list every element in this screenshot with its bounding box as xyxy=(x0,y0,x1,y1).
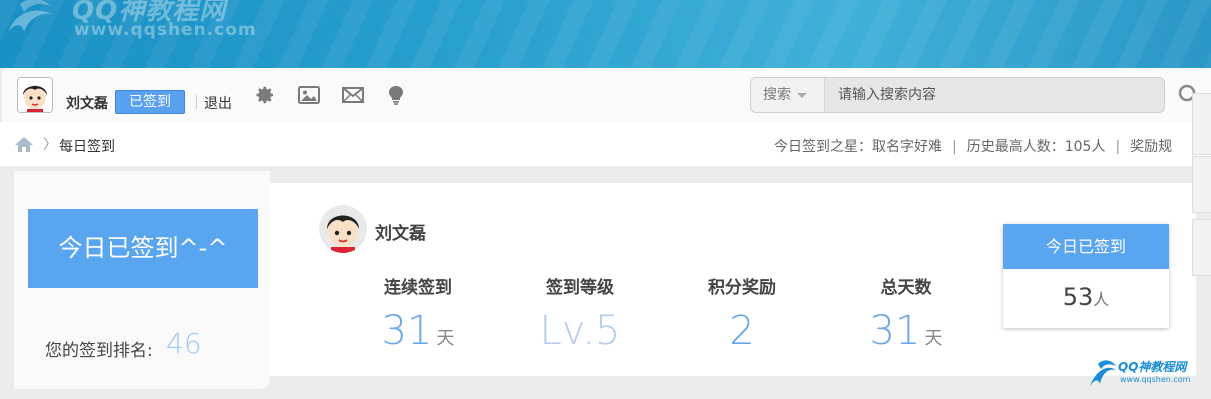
site-logo-icon xyxy=(1090,360,1116,386)
stat-value: 31 xyxy=(869,308,921,354)
stats-divider: | xyxy=(1115,139,1121,155)
rank-value: 46 xyxy=(166,327,202,360)
toolbar-divider xyxy=(196,95,197,109)
record-label: 历史最高人数： xyxy=(966,139,1065,155)
rank-label: 您的签到排名: xyxy=(45,341,153,361)
footer-logo: QQ神教程网 www.qqshen.com xyxy=(1088,356,1200,392)
side-tab[interactable] xyxy=(1192,156,1211,213)
stat-label: 连续签到 xyxy=(384,278,452,298)
site-banner: QQ神教程网 www.qqshen.com xyxy=(0,0,1211,68)
home-icon[interactable] xyxy=(14,136,34,152)
stat-consecutive-days: 连续签到 31 天 xyxy=(338,273,498,354)
signin-summary-card: 刘文磊 连续签到 31 天 签到等级 Lv.5 积分奖励 2 总天数 31 天 今日… xyxy=(269,183,1196,376)
user-avatar[interactable] xyxy=(17,77,53,113)
gear-icon[interactable] xyxy=(254,85,276,105)
search-type-label: 搜索 xyxy=(763,87,791,103)
avatar-face-icon xyxy=(319,205,367,253)
stat-value: 2 xyxy=(729,308,755,354)
checked-in-button[interactable]: 今日已签到^-^ xyxy=(28,209,258,288)
search-input[interactable] xyxy=(826,78,1156,112)
stat-value: 31 xyxy=(381,308,433,354)
reward-rules-link[interactable]: 奖励规 xyxy=(1130,139,1172,155)
avatar-face-icon xyxy=(18,78,52,112)
stat-level: 签到等级 Lv.5 xyxy=(500,273,660,354)
breadcrumb-separator: 〉 xyxy=(43,137,57,153)
star-name: 取名字好难 xyxy=(872,139,942,155)
top-toolbar: 刘文磊 已签到 退出 搜索 xyxy=(2,68,1211,123)
stat-value: Lv.5 xyxy=(539,308,621,354)
site-watermark-url: www.qqshen.com xyxy=(74,20,257,40)
stat-points: 积分奖励 2 xyxy=(662,273,822,354)
footer-logo-url: www.qqshen.com xyxy=(1120,375,1191,384)
chevron-down-icon xyxy=(797,92,807,98)
footer-logo-title: QQ神教程网 xyxy=(1118,360,1187,374)
site-logo-icon xyxy=(8,0,52,32)
logout-link[interactable]: 退出 xyxy=(204,93,232,113)
lightbulb-icon[interactable] xyxy=(385,85,407,105)
today-signin-box: 今日已签到 53人 xyxy=(1003,224,1169,328)
search-type-dropdown[interactable]: 搜索 xyxy=(751,78,825,112)
today-signin-count: 53 xyxy=(1062,283,1094,311)
star-label: 今日签到之星： xyxy=(774,139,872,155)
stat-unit: 天 xyxy=(924,328,943,349)
stat-label: 签到等级 xyxy=(546,278,614,298)
card-avatar xyxy=(319,205,367,253)
mail-icon[interactable] xyxy=(342,85,364,105)
signin-stats-line: 今日签到之星：取名字好难 | 历史最高人数：105人 | 奖励规 xyxy=(774,136,1172,156)
search-bar: 搜索 xyxy=(750,77,1165,113)
today-signin-title: 今日已签到 xyxy=(1003,224,1169,269)
side-tab[interactable] xyxy=(1192,219,1211,276)
stat-total-days: 总天数 31 天 xyxy=(826,273,986,354)
stat-unit: 天 xyxy=(436,328,455,349)
toolbar-username[interactable]: 刘文磊 xyxy=(66,93,108,113)
image-icon[interactable] xyxy=(298,85,320,105)
today-signin-unit: 人 xyxy=(1093,290,1110,309)
record-value: 105人 xyxy=(1064,139,1106,155)
breadcrumb-current: 每日签到 xyxy=(59,139,115,155)
signin-panel: 今日已签到^-^ 您的签到排名: 46 xyxy=(14,171,270,389)
stat-label: 积分奖励 xyxy=(708,278,776,298)
card-username: 刘文磊 xyxy=(375,224,426,244)
side-tab-menu[interactable] xyxy=(1192,93,1211,155)
stat-label: 总天数 xyxy=(880,278,932,298)
stats-divider: | xyxy=(952,139,957,155)
breadcrumb: 〉 每日签到 今日签到之星：取名字好难 | 历史最高人数：105人 | 奖励规 xyxy=(0,122,1211,166)
checked-in-badge: 已签到 xyxy=(115,90,185,114)
